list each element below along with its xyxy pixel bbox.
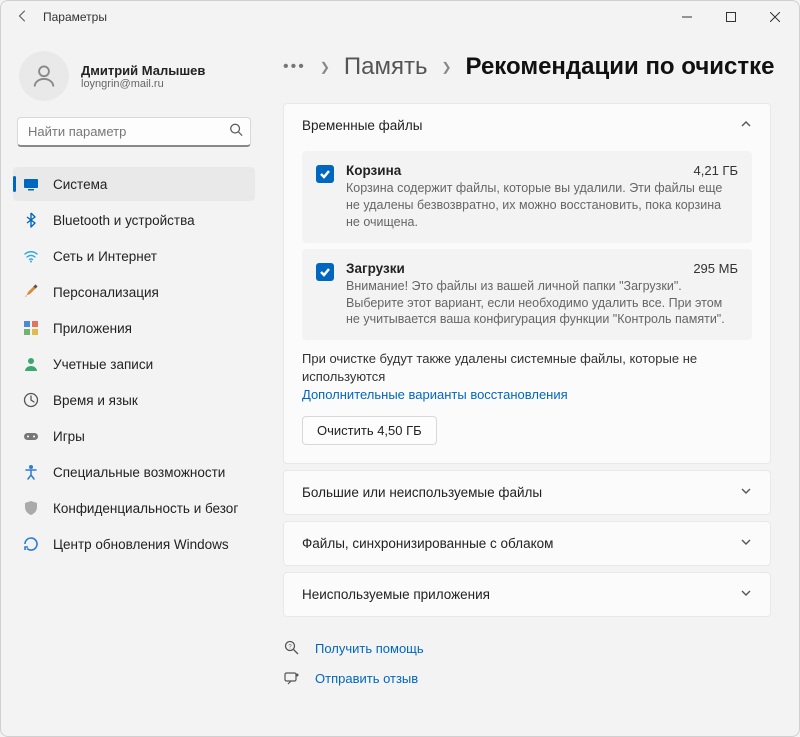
nav-label: Bluetooth и устройства	[53, 213, 195, 228]
avatar	[19, 51, 69, 101]
feedback-link[interactable]: Отправить отзыв	[283, 663, 771, 693]
gamepad-icon	[23, 428, 39, 444]
chevron-right-icon: ❯	[320, 60, 330, 74]
help-links: ? Получить помощь Отправить отзыв	[283, 633, 771, 693]
profile-email: loyngrin@mail.ru	[81, 78, 205, 90]
section-cloud-files: Файлы, синхронизированные с облаком	[283, 521, 771, 566]
back-button[interactable]	[3, 9, 43, 26]
section-title: Неиспользуемые приложения	[302, 587, 490, 602]
breadcrumb-overflow[interactable]: •••	[283, 58, 306, 76]
nav-accessibility[interactable]: Специальные возможности	[13, 455, 255, 489]
item-title: Корзина	[346, 163, 401, 178]
chevron-down-icon	[740, 587, 752, 602]
titlebar: Параметры	[1, 1, 799, 33]
page-title: Рекомендации по очистке	[466, 53, 775, 81]
nav-apps[interactable]: Приложения	[13, 311, 255, 345]
nav-accounts[interactable]: Учетные записи	[13, 347, 255, 381]
nav: Система Bluetooth и устройства Сеть и Ин…	[13, 167, 255, 561]
search-icon	[229, 123, 243, 142]
breadcrumb-parent[interactable]: Память	[344, 53, 428, 81]
update-icon	[23, 536, 39, 552]
bluetooth-icon	[23, 212, 39, 228]
checkbox-recycle[interactable]	[316, 165, 334, 183]
system-icon	[23, 176, 39, 192]
item-size: 295 МБ	[693, 261, 738, 276]
nav-label: Приложения	[53, 321, 132, 336]
main-content: ••• ❯ Память ❯ Рекомендации по очистке В…	[263, 33, 799, 736]
nav-label: Центр обновления Windows	[53, 537, 229, 552]
section-unused-apps: Неиспользуемые приложения	[283, 572, 771, 617]
section-header[interactable]: Временные файлы	[284, 104, 770, 147]
section-large-files: Большие или неиспользуемые файлы	[283, 470, 771, 515]
profile-name: Дмитрий Малышев	[81, 63, 205, 78]
wifi-icon	[23, 248, 39, 264]
nav-personalization[interactable]: Персонализация	[13, 275, 255, 309]
feedback-icon	[283, 669, 301, 687]
nav-label: Конфиденциальность и безопасность	[53, 501, 238, 516]
nav-label: Время и язык	[53, 393, 138, 408]
search-box	[17, 117, 251, 147]
nav-network[interactable]: Сеть и Интернет	[13, 239, 255, 273]
nav-label: Система	[53, 177, 107, 192]
help-label: Получить помощь	[315, 641, 424, 656]
clock-icon	[23, 392, 39, 408]
settings-window: Параметры Дмитрий Малышев loyngrin@mail.…	[0, 0, 800, 737]
recovery-link[interactable]: Дополнительные варианты восстановления	[302, 387, 752, 402]
nav-label: Учетные записи	[53, 357, 153, 372]
nav-bluetooth[interactable]: Bluetooth и устройства	[13, 203, 255, 237]
section-title: Файлы, синхронизированные с облаком	[302, 536, 553, 551]
nav-windows-update[interactable]: Центр обновления Windows	[13, 527, 255, 561]
item-title: Загрузки	[346, 261, 405, 276]
chevron-right-icon: ❯	[441, 60, 451, 74]
nav-label: Игры	[53, 429, 85, 444]
brush-icon	[23, 284, 39, 300]
item-recycle-bin: Корзина 4,21 ГБ Корзина содержит файлы, …	[302, 151, 752, 243]
nav-label: Персонализация	[53, 285, 159, 300]
nav-time-language[interactable]: Время и язык	[13, 383, 255, 417]
nav-label: Специальные возможности	[53, 465, 225, 480]
nav-system[interactable]: Система	[13, 167, 255, 201]
chevron-up-icon	[740, 118, 752, 133]
maximize-button[interactable]	[709, 3, 753, 31]
section-header[interactable]: Файлы, синхронизированные с облаком	[284, 522, 770, 565]
section-header[interactable]: Большие или неиспользуемые файлы	[284, 471, 770, 514]
section-temp-files: Временные файлы Корзина 4,21 ГБ Корзина …	[283, 103, 771, 464]
section-header[interactable]: Неиспользуемые приложения	[284, 573, 770, 616]
nav-label: Сеть и Интернет	[53, 249, 157, 264]
profile[interactable]: Дмитрий Малышев loyngrin@mail.ru	[13, 47, 255, 117]
item-size: 4,21 ГБ	[694, 163, 738, 178]
person-icon	[23, 356, 39, 372]
section-title: Временные файлы	[302, 118, 422, 133]
window-title: Параметры	[43, 10, 107, 24]
apps-icon	[23, 320, 39, 336]
item-desc: Внимание! Это файлы из вашей личной папк…	[346, 278, 738, 329]
nav-privacy[interactable]: Конфиденциальность и безопасность	[13, 491, 255, 525]
shield-icon	[23, 500, 39, 516]
item-desc: Корзина содержит файлы, которые вы удали…	[346, 180, 738, 231]
get-help-link[interactable]: ? Получить помощь	[283, 633, 771, 663]
chevron-down-icon	[740, 485, 752, 500]
chevron-down-icon	[740, 536, 752, 551]
item-downloads: Загрузки 295 МБ Внимание! Это файлы из в…	[302, 249, 752, 341]
help-icon: ?	[283, 639, 301, 657]
cleanup-note: При очистке будут также удалены системны…	[302, 350, 752, 385]
accessibility-icon	[23, 464, 39, 480]
cleanup-button[interactable]: Очистить 4,50 ГБ	[302, 416, 437, 445]
sidebar: Дмитрий Малышев loyngrin@mail.ru Система…	[1, 33, 263, 736]
nav-gaming[interactable]: Игры	[13, 419, 255, 453]
feedback-label: Отправить отзыв	[315, 671, 418, 686]
checkbox-downloads[interactable]	[316, 263, 334, 281]
close-button[interactable]	[753, 3, 797, 31]
minimize-button[interactable]	[665, 3, 709, 31]
section-title: Большие или неиспользуемые файлы	[302, 485, 542, 500]
search-input[interactable]	[17, 117, 251, 147]
breadcrumb: ••• ❯ Память ❯ Рекомендации по очистке	[283, 53, 771, 81]
